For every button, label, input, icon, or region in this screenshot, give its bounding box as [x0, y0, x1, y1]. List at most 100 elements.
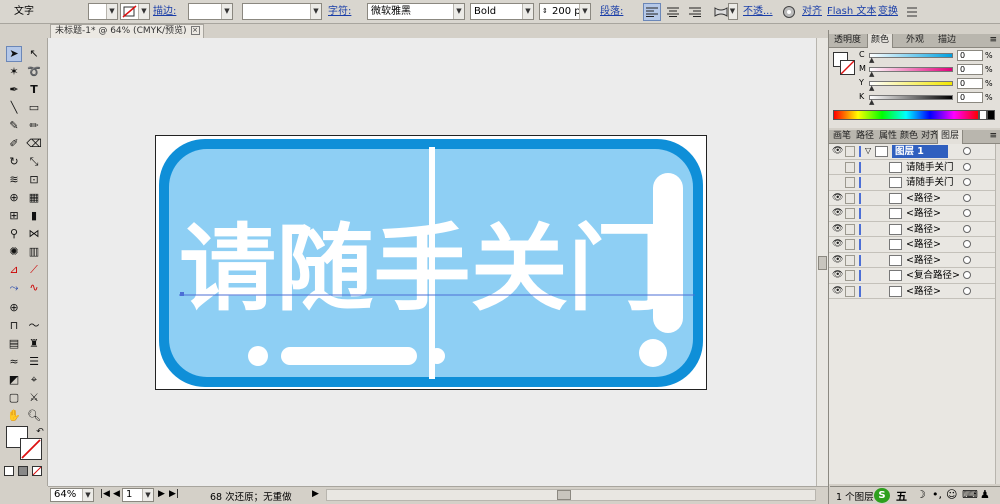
align-link[interactable]: 对齐	[802, 0, 822, 24]
document-tab[interactable]: 未标题-1* @ 64% (CMYK/预览) ×	[50, 24, 204, 38]
gradient-mode-icon[interactable]	[18, 466, 28, 476]
lock-toggle[interactable]	[845, 192, 855, 204]
eye-icon[interactable]: 👁︎	[832, 193, 843, 203]
lock-toggle[interactable]	[845, 223, 855, 235]
lock-toggle[interactable]	[845, 177, 855, 188]
pen-tool-icon[interactable]: ✒	[6, 82, 22, 98]
swap-colors-icon[interactable]: ↶	[32, 424, 48, 440]
font-size-field[interactable]: ⇕ 200 pt ▼	[539, 3, 591, 20]
flash-text-link[interactable]: Flash 文本	[827, 0, 876, 24]
zoom-select[interactable]: 64% ▼	[50, 488, 94, 502]
eye-icon[interactable]: 👁︎	[832, 209, 843, 218]
layer-row[interactable]: 👁︎ <路径>	[829, 221, 995, 237]
eye-icon[interactable]: 👁︎	[832, 271, 843, 280]
eyedropper-tool-icon[interactable]: ⚲	[6, 226, 22, 242]
keyboard-icon[interactable]: ⌨	[962, 488, 978, 501]
pencil-tool-icon[interactable]: ✏	[26, 118, 42, 134]
artboard-tool-icon[interactable]: ⊿	[6, 262, 22, 278]
style-field[interactable]: ▼	[242, 3, 322, 20]
blend-tool-icon[interactable]: ⋈	[26, 226, 42, 242]
handle-dot[interactable]	[639, 339, 667, 367]
graph-tool-icon[interactable]: ▤	[6, 336, 22, 352]
align-center-button[interactable]	[664, 3, 682, 21]
target-circle-icon[interactable]	[963, 178, 971, 186]
slice-tool-icon[interactable]: ⟋	[26, 262, 42, 278]
layer-row[interactable]: 请随手关门	[829, 175, 995, 191]
small-dot[interactable]	[248, 346, 268, 366]
symbol-sprayer-tool-icon[interactable]: ✺	[6, 244, 22, 260]
tab-pathfinder[interactable]: 路径	[853, 130, 877, 144]
lock-toggle[interactable]	[845, 161, 855, 173]
target-circle-icon[interactable]	[963, 209, 971, 217]
target-circle-icon[interactable]	[963, 240, 971, 248]
line-tool-icon[interactable]: ╲	[6, 100, 22, 116]
layer-row[interactable]: 👁︎ ▽ 图层 1	[829, 144, 995, 160]
eye-icon[interactable]: 👁︎	[832, 255, 843, 265]
status-menu-icon[interactable]: ▶	[312, 489, 319, 499]
stepper-icon[interactable]: ⇕	[542, 4, 548, 19]
eye-icon[interactable]	[832, 163, 842, 172]
align-right-button[interactable]	[686, 3, 704, 21]
stroke-weight-field[interactable]: ▼	[188, 3, 233, 20]
white-swatch[interactable]	[979, 110, 987, 120]
slider-thumb-icon[interactable]: ▲	[869, 57, 874, 64]
character-link[interactable]: 字符:	[328, 0, 351, 24]
eye-icon[interactable]	[832, 178, 842, 187]
recolor-button[interactable]	[780, 3, 798, 21]
moon-icon[interactable]: ☽	[916, 488, 926, 501]
target-circle-icon[interactable]	[963, 162, 971, 171]
gradient-mesh-icon[interactable]: ◩	[6, 372, 22, 388]
close-icon[interactable]: ×	[190, 26, 200, 35]
punctuation-icon[interactable]: •,	[932, 488, 942, 501]
layer-row[interactable]: 👁︎ <路径>	[829, 237, 995, 253]
puppet-tool-icon[interactable]: ♜	[26, 336, 42, 352]
layers-options-icon[interactable]: ≡	[989, 131, 997, 141]
artboard-select[interactable]: 1 ▼	[122, 488, 154, 502]
tab-brushes[interactable]: 画笔	[830, 130, 854, 144]
panel-options-icon[interactable]: ≡	[989, 35, 997, 45]
transform-link[interactable]: 变换	[878, 0, 898, 24]
channel-slider[interactable]	[869, 53, 953, 58]
stroke-swatch[interactable]: ▼	[120, 3, 150, 20]
channel-value-field[interactable]: 0	[957, 50, 983, 61]
font-style-select[interactable]: Bold ▼	[470, 3, 534, 20]
blob-brush-tool-icon[interactable]: ✐	[6, 136, 22, 152]
tab-appearance[interactable]: 外观	[903, 34, 927, 48]
slider-thumb-icon[interactable]: ▲	[869, 85, 874, 92]
slider-thumb-icon[interactable]: ▲	[869, 99, 874, 106]
color-mode-icon[interactable]	[4, 466, 14, 476]
free-transform-tool-icon[interactable]: ⊡	[26, 172, 42, 188]
channel-slider[interactable]	[869, 95, 953, 100]
black-swatch[interactable]	[987, 110, 995, 120]
emoji-icon[interactable]: ☺	[946, 488, 957, 501]
first-artboard-icon[interactable]: |◀	[100, 489, 110, 499]
eye-icon[interactable]: 👁︎	[832, 240, 843, 249]
envelope-tool-icon[interactable]: ⊓	[6, 318, 22, 334]
skin-icon[interactable]: ♟	[980, 488, 990, 501]
perspective-grid-tool-icon[interactable]: ▦	[26, 190, 42, 206]
paintbrush-tool-icon[interactable]: ✎	[6, 118, 22, 134]
tab-transparency[interactable]: 透明度	[831, 34, 864, 48]
channel-slider[interactable]	[869, 67, 953, 72]
fill-swatch[interactable]: ▼	[88, 3, 118, 20]
pill-end-dot[interactable]	[429, 348, 445, 364]
scale-tool-icon[interactable]: ⤡	[26, 154, 42, 170]
measure-tool-icon[interactable]: ⌖	[26, 372, 42, 388]
sign-text[interactable]: 请随手关门	[179, 215, 665, 324]
target-circle-icon[interactable]	[963, 193, 971, 202]
layers-scrollbar[interactable]	[995, 144, 1000, 484]
lock-toggle[interactable]	[845, 208, 855, 219]
shape-builder-tool-icon[interactable]: ⊕	[6, 190, 22, 206]
channel-value-field[interactable]: 0	[957, 92, 983, 103]
live-paint-tool-icon[interactable]: ∿	[26, 280, 42, 296]
knife-tool-icon[interactable]: ⚔	[26, 390, 42, 406]
slider-thumb-icon[interactable]: ▲	[869, 71, 874, 78]
eye-icon[interactable]: 👁︎	[832, 224, 843, 234]
target-circle-icon[interactable]	[963, 286, 971, 295]
paragraph-link[interactable]: 段落:	[600, 0, 623, 24]
stroke-preview-icon[interactable]	[840, 60, 855, 75]
layer-row[interactable]: 👁︎ <路径>	[829, 190, 995, 206]
text-anchor-handle[interactable]	[180, 292, 184, 296]
zoom-tool-icon[interactable]: 🔍︎	[26, 408, 42, 424]
font-family-select[interactable]: 微软雅黑 ▼	[367, 3, 465, 20]
